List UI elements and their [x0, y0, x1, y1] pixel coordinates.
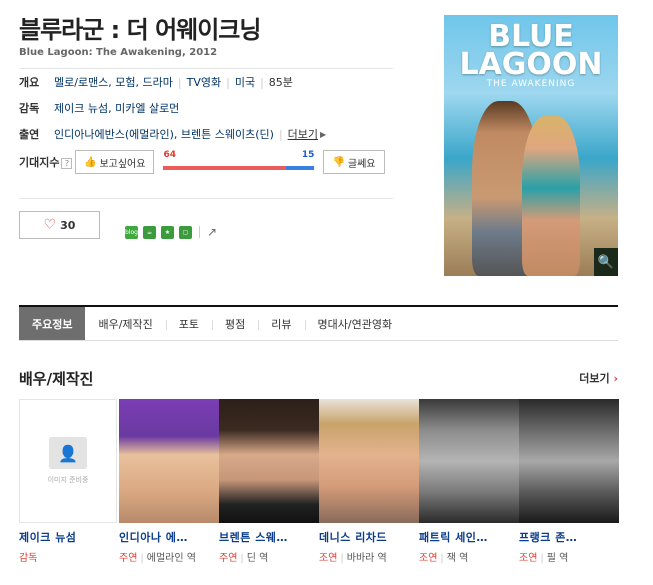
cast-more-label: 더보기	[579, 372, 610, 385]
movie-info: 개요 멜로/로맨스, 모험, 드라마 | TV영화 | 미국 | 85분 감독 …	[19, 68, 393, 147]
heart-icon: ♡	[43, 217, 57, 233]
meh-count: 15	[301, 150, 315, 160]
meh-label: 글쎄요	[347, 158, 376, 170]
chevron-right-icon: ▶	[320, 129, 327, 139]
person-placeholder-icon: 👤	[49, 437, 87, 469]
share-row: blog ☕ ★ ▢ ↗	[125, 225, 217, 239]
want-count: 64	[163, 150, 176, 160]
country-link[interactable]: 미국	[235, 74, 255, 90]
person-character: 딘 역	[246, 553, 269, 564]
person-name[interactable]: 인디아나 에…	[119, 529, 219, 545]
person-role: 감독	[19, 553, 38, 564]
want-to-see-button[interactable]: 👍 보고싶어요	[75, 150, 155, 174]
tab-cast-crew[interactable]: 배우/제작진	[85, 307, 165, 340]
cafe-share-icon[interactable]: ☕	[143, 225, 156, 239]
movie-poster[interactable]: BLUE LAGOON THE AWAKENING 🔍	[444, 15, 618, 276]
memo-share-icon[interactable]: ▢	[179, 225, 192, 239]
person-name[interactable]: 패트릭 세인…	[419, 529, 519, 545]
cast-section-title: 배우/제작진	[19, 370, 94, 388]
person-character: 에멀라인 역	[146, 553, 196, 564]
tab-photo[interactable]: 포토	[165, 307, 212, 340]
person-role: 조연	[519, 553, 538, 564]
director-links[interactable]: 제이크 뉴섬, 미카엘 살로먼	[54, 100, 179, 116]
person-card[interactable]: 인디아나 에… 주연 | 에멀라인 역	[119, 399, 219, 564]
expect-label: 기대지수	[19, 156, 60, 169]
poster-tagline: THE AWAKENING	[486, 79, 576, 89]
person-role: 조연	[319, 553, 338, 564]
cast-more-link[interactable]: 더보기	[288, 126, 318, 142]
bookmark-share-icon[interactable]: ★	[161, 225, 174, 239]
runtime: 85분	[268, 76, 293, 89]
chevron-right-icon: ›	[613, 372, 618, 385]
help-icon[interactable]: ?	[61, 158, 73, 169]
movie-title: 블루라군 : 더 어웨이크닝	[19, 16, 261, 44]
thumbs-up-icon: 👍	[84, 156, 97, 168]
poster-title-line2: LAGOON	[459, 47, 603, 82]
tab-bar: 주요정보 배우/제작진 포토 평점 리뷰 명대사/연관영화	[19, 305, 618, 341]
person-photo[interactable]	[219, 399, 319, 523]
tab-main-info[interactable]: 주요정보	[19, 307, 86, 340]
tab-rating[interactable]: 평점	[212, 307, 258, 340]
movie-subtitle: Blue Lagoon: The Awakening, 2012	[19, 47, 218, 58]
person-role: 주연	[219, 553, 238, 564]
person-character: 바바라 역	[346, 553, 387, 564]
overview-label: 개요	[19, 76, 40, 89]
like-count: 30	[60, 218, 76, 232]
poster-figure-female	[522, 116, 580, 276]
person-name[interactable]: 데니스 리차드	[319, 529, 419, 545]
tab-review[interactable]: 리뷰	[258, 307, 304, 340]
tab-quotes-related[interactable]: 명대사/연관영화	[304, 307, 406, 340]
person-character: 필 역	[546, 553, 569, 564]
cast-list: 👤 이미지 준비중 제이크 뉴섬 감독 인디아나 에… 주연 | 에멀라인 역 브렌…	[19, 399, 619, 564]
person-name[interactable]: 프랭크 존…	[519, 529, 619, 545]
genre-link[interactable]: 멜로/로맨스, 모험, 드라마	[54, 74, 173, 90]
person-role: 조연	[419, 553, 438, 564]
person-photo[interactable]	[419, 399, 519, 523]
overview-row: 개요 멜로/로맨스, 모험, 드라마 | TV영화 | 미국 | 85분	[19, 74, 293, 90]
person-name[interactable]: 브렌튼 스웨…	[219, 529, 319, 545]
want-label: 보고싶어요	[99, 158, 146, 170]
like-button[interactable]: ♡ 30	[19, 211, 100, 239]
person-character: 잭 역	[446, 553, 469, 564]
format-link[interactable]: TV영화	[187, 74, 221, 90]
director-label: 감독	[19, 102, 40, 115]
empty-photo: 👤 이미지 준비중	[19, 399, 117, 523]
thumbs-down-icon: 👎	[332, 156, 345, 168]
person-photo[interactable]	[319, 399, 419, 523]
person-card[interactable]: 프랭크 존… 조연 | 필 역	[519, 399, 619, 564]
cast-label: 출연	[19, 128, 40, 141]
person-card[interactable]: 패트릭 세인… 조연 | 잭 역	[419, 399, 519, 564]
person-role: 주연	[119, 553, 138, 564]
share-icon[interactable]: ↗	[207, 225, 217, 239]
empty-photo-text: 이미지 준비중	[47, 476, 89, 484]
person-card[interactable]: 👤 이미지 준비중 제이크 뉴섬 감독	[19, 399, 119, 564]
cast-more-button[interactable]: 더보기 ›	[579, 370, 618, 386]
director-row: 감독 제이크 뉴섬, 미카엘 살로먼	[19, 95, 393, 121]
person-name[interactable]: 제이크 뉴섬	[19, 529, 119, 545]
want-fill	[163, 166, 286, 170]
zoom-icon[interactable]: 🔍	[594, 248, 618, 276]
cast-links[interactable]: 인디아나에반스(에멀라인), 브렌튼 스웨이츠(딘)	[54, 126, 274, 142]
expectation-index: 기대지수? 👍 보고싶어요 64 15 👎 글쎄요	[19, 150, 393, 174]
divider	[19, 198, 393, 199]
person-card[interactable]: 데니스 리차드 조연 | 바바라 역	[319, 399, 419, 564]
person-photo[interactable]	[519, 399, 619, 523]
person-card[interactable]: 브렌튼 스웨… 주연 | 딘 역	[219, 399, 319, 564]
not-sure-button[interactable]: 👎 글쎄요	[323, 150, 385, 174]
person-photo[interactable]	[119, 399, 219, 523]
expectation-bar: 64 15	[163, 150, 315, 174]
blog-share-icon[interactable]: blog	[125, 225, 138, 239]
cast-row: 출연 인디아나에반스(에멀라인), 브렌튼 스웨이츠(딘) | 더보기 ▶	[19, 126, 327, 142]
